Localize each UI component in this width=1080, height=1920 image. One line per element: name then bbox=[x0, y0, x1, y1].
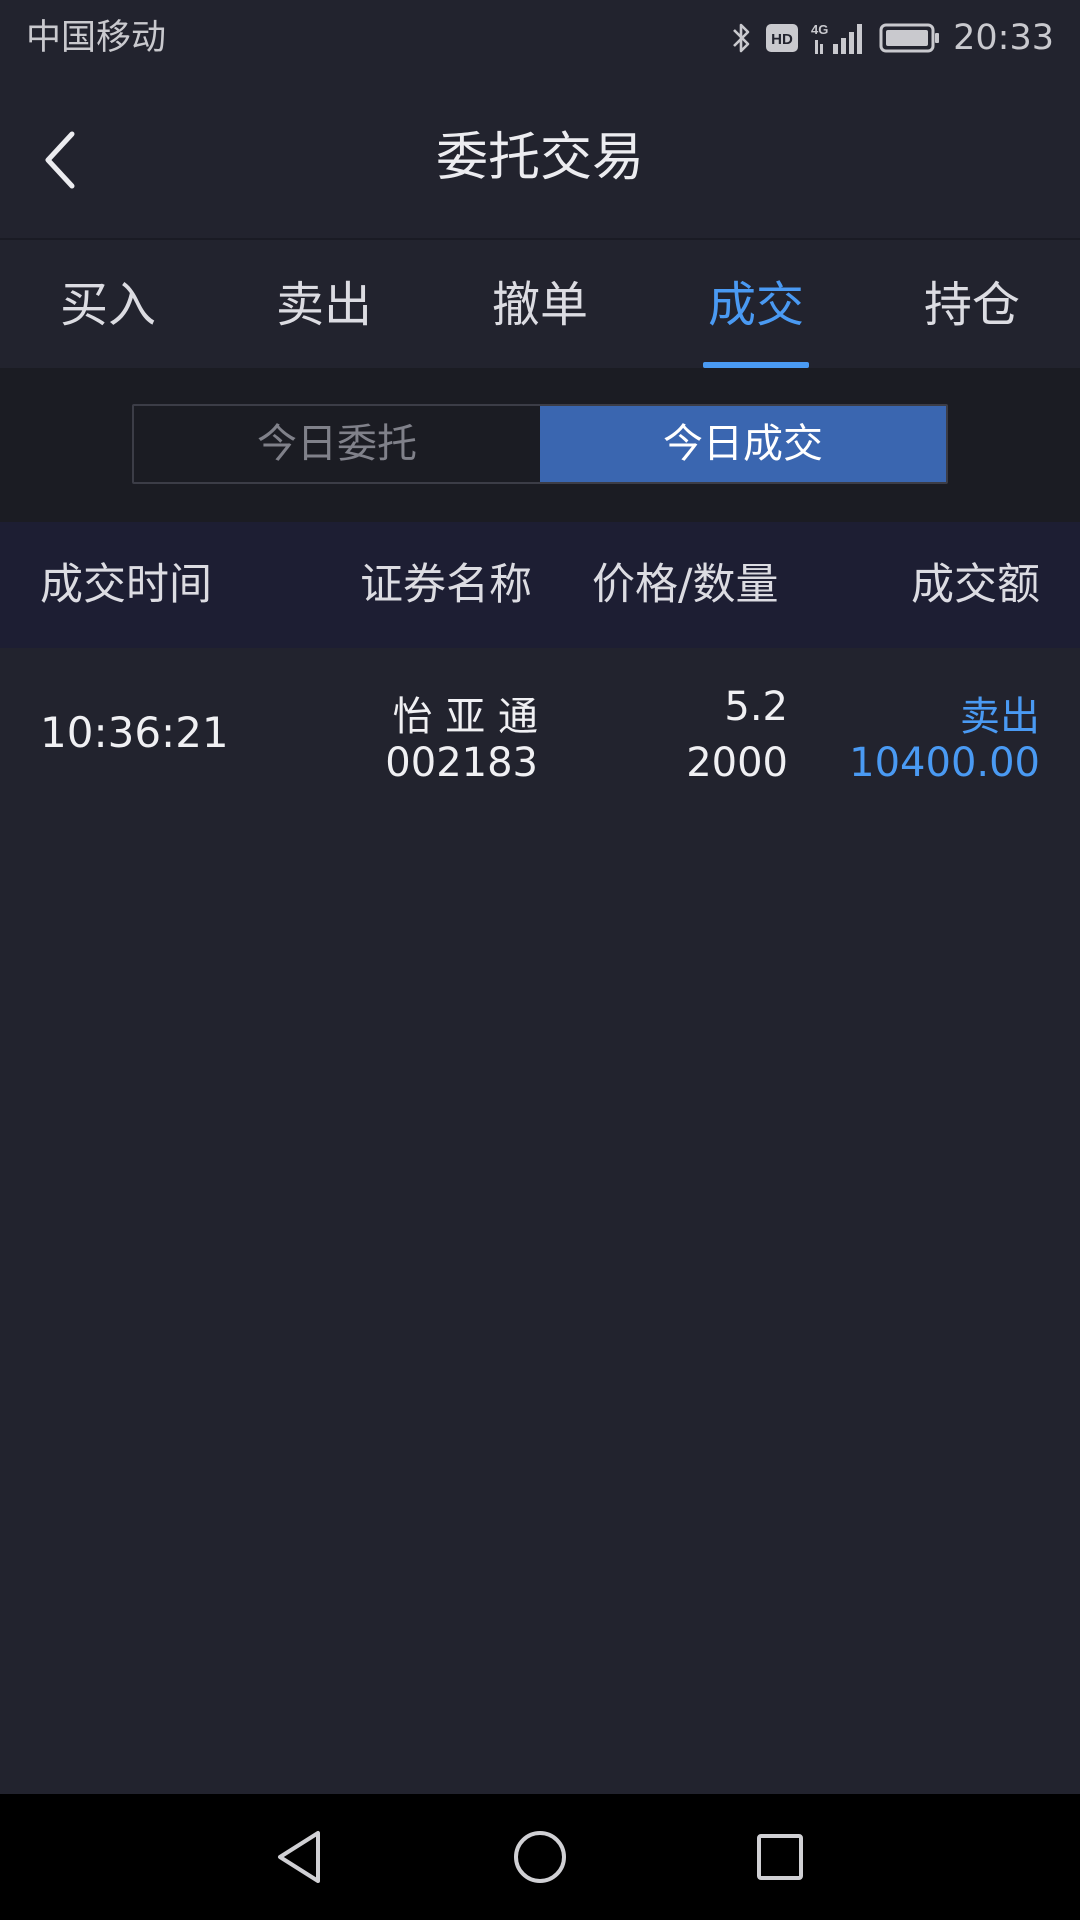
tab-buy[interactable]: 买入 bbox=[0, 242, 216, 368]
battery-icon bbox=[879, 23, 940, 53]
segment-today-deals[interactable]: 今日成交 bbox=[540, 406, 946, 482]
column-header-time: 成交时间 bbox=[40, 560, 212, 610]
table-row[interactable]: 10:36:21 怡 亚 通 002183 5.2 2000 卖出 10400.… bbox=[0, 648, 1080, 820]
segmented-control: 今日委托 今日成交 bbox=[132, 404, 948, 484]
back-triangle-icon[interactable] bbox=[270, 1827, 330, 1887]
trade-tab-bar: 买入 卖出 撤单 成交 持仓 bbox=[0, 242, 1080, 368]
segment-area: 今日委托 今日成交 bbox=[0, 368, 1080, 522]
deal-direction: 卖出 bbox=[960, 694, 1040, 740]
tab-deals[interactable]: 成交 bbox=[648, 242, 864, 368]
status-icons: HD 4G 20:33 bbox=[731, 14, 1054, 62]
deal-price: 5.2 bbox=[724, 684, 788, 730]
bluetooth-icon bbox=[733, 23, 750, 53]
deal-amount: 10400.00 bbox=[849, 740, 1040, 786]
column-header-name: 证券名称 bbox=[360, 560, 532, 610]
tab-sell[interactable]: 卖出 bbox=[216, 242, 432, 368]
tab-cancel-order[interactable]: 撤单 bbox=[432, 242, 648, 368]
carrier-name: 中国移动 bbox=[26, 18, 167, 58]
4g-signal-icon: 4G bbox=[811, 22, 863, 54]
security-name: 怡 亚 通 bbox=[392, 694, 538, 740]
clock: 20:33 bbox=[953, 18, 1054, 58]
svg-text:HD: HD bbox=[771, 31, 793, 48]
deal-quantity: 2000 bbox=[686, 740, 788, 786]
security-code: 002183 bbox=[385, 740, 538, 786]
column-header-amount: 成交额 bbox=[911, 560, 1040, 610]
table-header: 成交时间 证券名称 价格/数量 成交额 bbox=[0, 522, 1080, 648]
deal-time: 10:36:21 bbox=[40, 708, 229, 757]
home-circle-icon[interactable] bbox=[510, 1827, 570, 1887]
column-header-price-qty: 价格/数量 bbox=[592, 560, 779, 610]
hd-icon: HD bbox=[766, 24, 799, 52]
back-button[interactable] bbox=[30, 120, 90, 200]
recents-square-icon[interactable] bbox=[750, 1827, 810, 1887]
app-header: 委托交易 bbox=[0, 76, 1080, 240]
page-title: 委托交易 bbox=[435, 128, 644, 188]
segment-today-orders[interactable]: 今日委托 bbox=[134, 406, 540, 482]
tab-positions[interactable]: 持仓 bbox=[864, 242, 1080, 368]
status-bar: 中国移动 HD 4G 20:33 bbox=[0, 0, 1080, 76]
chevron-left-icon bbox=[45, 131, 75, 189]
system-nav-bar bbox=[0, 1794, 1080, 1920]
svg-text:4G: 4G bbox=[811, 22, 828, 37]
